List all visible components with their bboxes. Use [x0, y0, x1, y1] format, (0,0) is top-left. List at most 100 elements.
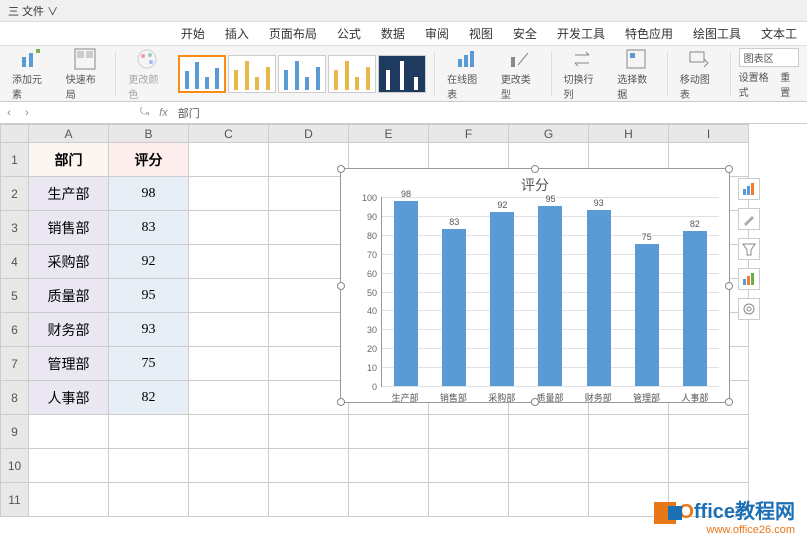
- row-header[interactable]: 8: [1, 381, 29, 415]
- select-data-button[interactable]: 选择数据: [613, 45, 659, 103]
- cell-a7[interactable]: 管理部: [29, 347, 109, 381]
- row-header[interactable]: 9: [1, 415, 29, 449]
- cell[interactable]: [109, 483, 189, 517]
- resize-handle[interactable]: [725, 282, 733, 290]
- cell[interactable]: [269, 245, 349, 279]
- cell-a1[interactable]: 部门: [29, 143, 109, 177]
- bar[interactable]: [394, 201, 418, 386]
- change-color-button[interactable]: 更改颜色: [124, 45, 170, 103]
- cell-a8[interactable]: 人事部: [29, 381, 109, 415]
- row-header[interactable]: 3: [1, 211, 29, 245]
- menu-review[interactable]: 审阅: [425, 25, 449, 42]
- cell[interactable]: [109, 415, 189, 449]
- cell-a6[interactable]: 财务部: [29, 313, 109, 347]
- cell-b7[interactable]: 75: [109, 347, 189, 381]
- cell[interactable]: [269, 483, 349, 517]
- style-thumb-3[interactable]: [278, 55, 326, 93]
- cell[interactable]: [29, 449, 109, 483]
- cell-a2[interactable]: 生产部: [29, 177, 109, 211]
- menu-security[interactable]: 安全: [513, 25, 537, 42]
- row-header[interactable]: 11: [1, 483, 29, 517]
- cell[interactable]: [349, 483, 429, 517]
- resize-handle[interactable]: [725, 398, 733, 406]
- chart-settings-button[interactable]: [738, 298, 760, 320]
- bar-group[interactable]: 75: [623, 197, 671, 386]
- formula-content[interactable]: 部门: [174, 105, 807, 121]
- chart-color-button[interactable]: [738, 268, 760, 290]
- row-header[interactable]: 4: [1, 245, 29, 279]
- cell[interactable]: [269, 211, 349, 245]
- bar-group[interactable]: 98: [382, 197, 430, 386]
- cell-b5[interactable]: 95: [109, 279, 189, 313]
- row-header[interactable]: 10: [1, 449, 29, 483]
- resize-handle[interactable]: [531, 165, 539, 173]
- cell[interactable]: [189, 449, 269, 483]
- style-thumb-2[interactable]: [228, 55, 276, 93]
- col-header-d[interactable]: D: [269, 125, 349, 143]
- row-header[interactable]: 7: [1, 347, 29, 381]
- chart-plot-area[interactable]: 010203040506070809010098839295937582: [381, 197, 719, 387]
- cell-a4[interactable]: 采购部: [29, 245, 109, 279]
- add-element-button[interactable]: 添加元素: [8, 45, 54, 103]
- cell[interactable]: [669, 415, 749, 449]
- col-header-h[interactable]: H: [589, 125, 669, 143]
- resize-handle[interactable]: [337, 282, 345, 290]
- cell[interactable]: [429, 483, 509, 517]
- cell[interactable]: [589, 415, 669, 449]
- bar-group[interactable]: 95: [526, 197, 574, 386]
- cell[interactable]: [189, 211, 269, 245]
- chart-title[interactable]: 评分: [341, 169, 729, 197]
- cell[interactable]: [189, 381, 269, 415]
- row-header[interactable]: 2: [1, 177, 29, 211]
- file-menu-button[interactable]: 三 文件 ∨: [8, 3, 58, 19]
- cell[interactable]: [269, 347, 349, 381]
- bar-group[interactable]: 82: [671, 197, 719, 386]
- col-header-e[interactable]: E: [349, 125, 429, 143]
- chart-styles-button[interactable]: [738, 208, 760, 230]
- cell[interactable]: [189, 177, 269, 211]
- col-header-c[interactable]: C: [189, 125, 269, 143]
- prev-button[interactable]: ‹: [0, 107, 18, 119]
- chart-area-dropdown[interactable]: 图表区: [739, 48, 799, 67]
- next-button[interactable]: ›: [18, 107, 36, 119]
- row-header[interactable]: 1: [1, 143, 29, 177]
- cell[interactable]: [269, 381, 349, 415]
- resize-handle[interactable]: [725, 165, 733, 173]
- cell[interactable]: [669, 449, 749, 483]
- cell-b8[interactable]: 82: [109, 381, 189, 415]
- cell[interactable]: [189, 483, 269, 517]
- col-header-b[interactable]: B: [109, 125, 189, 143]
- col-header-g[interactable]: G: [509, 125, 589, 143]
- cell[interactable]: [269, 313, 349, 347]
- change-type-button[interactable]: 更改类型: [497, 45, 543, 103]
- menu-draw[interactable]: 绘图工具: [693, 25, 741, 42]
- bar[interactable]: [442, 229, 466, 386]
- chart-object[interactable]: 评分 010203040506070809010098839295937582 …: [340, 168, 730, 403]
- menu-special[interactable]: 特色应用: [625, 25, 673, 42]
- cell-a5[interactable]: 质量部: [29, 279, 109, 313]
- quick-layout-button[interactable]: 快速布局: [62, 45, 108, 103]
- menu-dev[interactable]: 开发工具: [557, 25, 605, 42]
- resize-handle[interactable]: [337, 398, 345, 406]
- menu-text[interactable]: 文本工: [761, 25, 797, 42]
- cell[interactable]: [269, 449, 349, 483]
- cell-a3[interactable]: 销售部: [29, 211, 109, 245]
- cell[interactable]: [189, 279, 269, 313]
- cell[interactable]: [189, 143, 269, 177]
- menu-data[interactable]: 数据: [381, 25, 405, 42]
- row-header[interactable]: 5: [1, 279, 29, 313]
- select-all-corner[interactable]: [1, 125, 29, 143]
- cell-b3[interactable]: 83: [109, 211, 189, 245]
- cell[interactable]: [189, 415, 269, 449]
- cell-b4[interactable]: 92: [109, 245, 189, 279]
- cell[interactable]: [429, 449, 509, 483]
- resize-handle[interactable]: [531, 398, 539, 406]
- move-chart-button[interactable]: 移动图表: [676, 45, 722, 103]
- bar[interactable]: [683, 231, 707, 386]
- col-header-f[interactable]: F: [429, 125, 509, 143]
- online-chart-button[interactable]: 在线图表: [443, 45, 489, 103]
- cell-b6[interactable]: 93: [109, 313, 189, 347]
- style-thumb-5[interactable]: [378, 55, 426, 93]
- bar-group[interactable]: 92: [478, 197, 526, 386]
- col-header-i[interactable]: I: [669, 125, 749, 143]
